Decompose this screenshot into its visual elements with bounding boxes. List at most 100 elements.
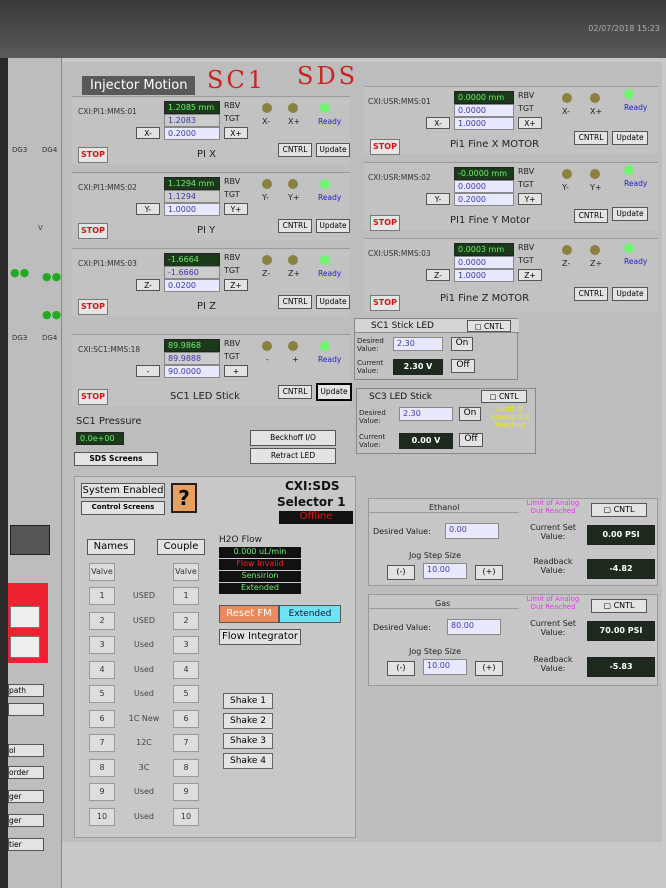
off-button[interactable]: Off — [451, 359, 475, 373]
ger-button[interactable]: ger — [8, 790, 44, 803]
shake-2-button[interactable]: Shake 2 — [223, 713, 273, 729]
jog-plus-button[interactable]: X+ — [224, 127, 248, 139]
couple-valve-number[interactable]: 10 — [173, 807, 199, 826]
jog-plus-button[interactable]: Y+ — [518, 193, 542, 205]
jog-field[interactable]: 10.00 — [423, 563, 467, 579]
update-button[interactable]: Update — [612, 131, 648, 145]
dark-button[interactable] — [10, 525, 50, 555]
flow-integrator-button[interactable]: Flow Integrator — [219, 629, 301, 645]
valve-number[interactable]: 10 — [89, 807, 115, 826]
reset-fm-button[interactable]: Reset FM — [219, 605, 279, 623]
cntrl-button[interactable]: CNTRL — [574, 131, 608, 145]
shake-1-button[interactable]: Shake 1 — [223, 693, 273, 709]
names-button[interactable]: Names — [87, 539, 135, 555]
stop-button[interactable]: STOP — [78, 223, 108, 239]
cntrl-button[interactable]: CNTRL — [574, 209, 608, 223]
ger-button[interactable]: ger — [8, 814, 44, 827]
couple-valve-number[interactable]: 1 — [173, 587, 199, 605]
step-field[interactable]: 1.0000 — [454, 117, 514, 130]
system-enabled-button[interactable]: System Enabled — [81, 483, 165, 498]
valve-number[interactable]: 1 — [89, 587, 115, 605]
desired-field[interactable]: 2.30 — [399, 407, 453, 421]
ol-button[interactable]: ol — [8, 744, 44, 757]
desired-field[interactable]: 80.00 — [447, 619, 501, 635]
jog-minus-button[interactable]: X- — [136, 127, 160, 139]
valve-number[interactable]: 9 — [89, 783, 115, 801]
side-button[interactable] — [10, 636, 40, 658]
jog-minus-button[interactable]: Z- — [136, 279, 160, 291]
sds-screens-button[interactable]: SDS Screens — [74, 452, 158, 466]
jog-minus-button[interactable]: X- — [426, 117, 450, 129]
extended-button[interactable]: Extended — [279, 605, 341, 623]
step-field[interactable]: 1.0000 — [454, 269, 514, 282]
couple-button[interactable]: Couple — [157, 539, 205, 555]
update-button[interactable]: Update — [612, 287, 648, 301]
couple-valve-number[interactable]: 9 — [173, 783, 199, 801]
cntl-button[interactable]: ▢ CNTL — [591, 503, 647, 517]
stop-button[interactable]: STOP — [370, 139, 400, 155]
stop-button[interactable]: STOP — [370, 215, 400, 231]
jog-minus-button[interactable]: (-) — [387, 661, 415, 676]
cntl-button[interactable]: ▢ CNTL — [467, 320, 511, 332]
retract-led-button[interactable]: Retract LED — [250, 448, 336, 464]
valve-number[interactable]: 3 — [89, 636, 115, 654]
jog-plus-button[interactable]: (+) — [475, 661, 503, 676]
side-button[interactable] — [10, 606, 40, 628]
couple-valve-number[interactable]: 4 — [173, 660, 199, 679]
cntl-button[interactable]: ▢ CNTL — [481, 390, 527, 403]
stop-button[interactable]: STOP — [78, 389, 108, 405]
jog-minus-button[interactable]: (-) — [387, 565, 415, 580]
cntrl-button[interactable]: CNTRL — [278, 385, 312, 399]
cntl-button[interactable]: ▢ CNTL — [591, 599, 647, 613]
on-button[interactable]: On — [451, 337, 473, 351]
help-question-icon[interactable]: ? — [171, 483, 197, 513]
update-button[interactable]: Update — [316, 295, 350, 309]
jog-field[interactable]: 10.00 — [423, 659, 467, 675]
jog-minus-button[interactable]: Y- — [136, 203, 160, 215]
tier-button[interactable]: tier — [8, 838, 44, 851]
step-field[interactable]: 90.0000 — [164, 365, 220, 378]
couple-valve-number[interactable]: 6 — [173, 709, 199, 728]
update-button[interactable]: Update — [612, 207, 648, 221]
couple-valve-number[interactable]: 8 — [173, 758, 199, 777]
cntrl-button[interactable]: CNTRL — [574, 287, 608, 301]
tab-injector-motion[interactable]: Injector Motion — [82, 76, 196, 95]
step-field[interactable]: 0.0200 — [164, 279, 220, 292]
couple-valve-number[interactable]: 2 — [173, 611, 199, 630]
beckhoff-io-button[interactable]: Beckhoff I/O — [250, 430, 336, 446]
side-button[interactable] — [8, 703, 44, 716]
jog-minus-button[interactable]: Y- — [426, 193, 450, 205]
valve-number[interactable]: 6 — [89, 709, 115, 728]
jog-plus-button[interactable]: + — [224, 365, 248, 377]
desired-field[interactable]: 0.00 — [445, 523, 499, 539]
valve-number[interactable]: 4 — [89, 660, 115, 679]
off-button[interactable]: Off — [459, 433, 483, 447]
cntrl-button[interactable]: CNTRL — [278, 219, 312, 233]
desired-field[interactable]: 2.30 — [393, 337, 443, 351]
jog-minus-button[interactable]: - — [136, 365, 160, 377]
update-button[interactable]: Update — [316, 219, 350, 233]
order-button[interactable]: order — [8, 766, 44, 779]
valve-number[interactable]: 2 — [89, 611, 115, 630]
jog-plus-button[interactable]: (+) — [475, 565, 503, 580]
jog-plus-button[interactable]: Z+ — [518, 269, 542, 281]
valve-number[interactable]: 8 — [89, 758, 115, 777]
jog-plus-button[interactable]: Z+ — [224, 279, 248, 291]
couple-valve-number[interactable]: 3 — [173, 636, 199, 654]
path-button[interactable]: path — [8, 684, 44, 697]
jog-minus-button[interactable]: Z- — [426, 269, 450, 281]
stop-button[interactable]: STOP — [370, 295, 400, 311]
shake-3-button[interactable]: Shake 3 — [223, 733, 273, 749]
step-field[interactable]: 0.2000 — [164, 127, 220, 140]
on-button[interactable]: On — [459, 407, 481, 421]
stop-button[interactable]: STOP — [78, 299, 108, 315]
update-button[interactable]: Update — [316, 143, 350, 157]
jog-plus-button[interactable]: Y+ — [224, 203, 248, 215]
valve-number[interactable]: 5 — [89, 685, 115, 703]
step-field[interactable]: 0.2000 — [454, 193, 514, 206]
update-button[interactable]: Update — [316, 383, 352, 401]
stop-button[interactable]: STOP — [78, 147, 108, 163]
cntrl-button[interactable]: CNTRL — [278, 143, 312, 157]
jog-plus-button[interactable]: X+ — [518, 117, 542, 129]
step-field[interactable]: 1.0000 — [164, 203, 220, 216]
